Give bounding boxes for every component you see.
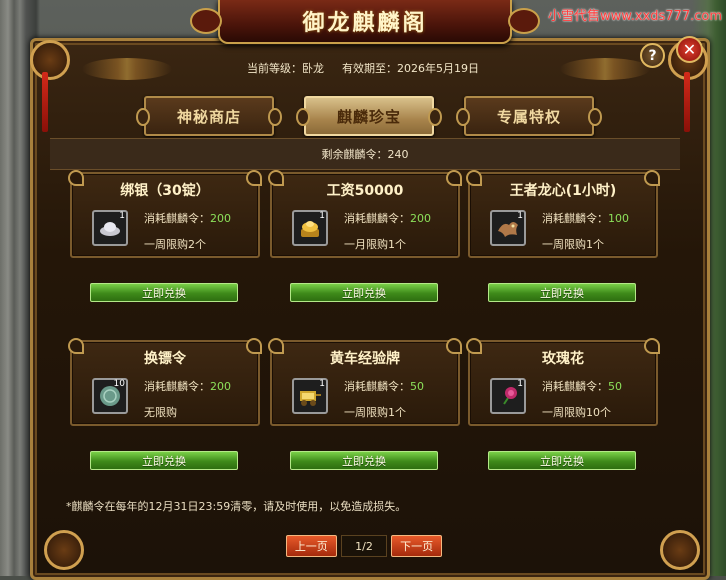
redeem-button[interactable]: 立即兑换 <box>90 451 238 470</box>
tab-mystery-shop[interactable]: 神秘商店 <box>136 96 282 136</box>
cost-value: 200 <box>210 212 231 225</box>
yellow-cart-exp-icon[interactable]: 1 <box>292 378 328 414</box>
cost-label: 消耗麒麟令： <box>344 380 410 393</box>
title-wing-ornament <box>508 8 540 34</box>
item-count: 1 <box>517 211 523 221</box>
main-content: 神秘商店 麒麟珍宝 专属特权 剩余麒麟令：240 绑银（30锭） 1 消耗麒麟令… <box>46 84 680 544</box>
cloud-ornament <box>82 58 172 80</box>
remaining-tokens-bar: 剩余麒麟令：240 <box>50 138 680 170</box>
item-title: 黄车经验牌 <box>330 351 400 367</box>
window-title-plaque: 御龙麒麟阁 <box>190 0 540 44</box>
item-title: 王者龙心(1小时) <box>509 183 617 199</box>
tab-exclusive-privileges[interactable]: 专属特权 <box>456 96 602 136</box>
membership-info: 当前等级：卧龙 有效期至：2026年5月19日 <box>200 60 526 78</box>
item-count: 1 <box>119 211 125 221</box>
item-cost: 消耗麒麟令：200 <box>344 210 431 226</box>
item-card-panel: 玫瑰花 1 消耗麒麟令：50 一周限购10个 <box>466 338 660 426</box>
rose-icon[interactable]: 1 <box>490 378 526 414</box>
item-cost: 消耗麒麟令：200 <box>144 378 231 394</box>
dragon-heart-icon[interactable]: 1 <box>490 210 526 246</box>
cost-value: 50 <box>410 380 424 393</box>
title-wing-ornament <box>190 8 222 34</box>
gold-ingot-icon[interactable]: 1 <box>292 210 328 246</box>
tab-qilin-treasure[interactable]: 麒麟珍宝 <box>296 96 442 136</box>
close-button[interactable]: ✕ <box>676 36 703 63</box>
prev-page-button[interactable]: 上一页 <box>286 535 337 557</box>
item-cost: 消耗麒麟令：100 <box>542 210 629 226</box>
cost-value: 100 <box>608 212 629 225</box>
purchase-limit: 一周限购10个 <box>542 406 611 419</box>
item-cost: 消耗麒麟令：50 <box>542 378 622 394</box>
redeem-button[interactable]: 立即兑换 <box>488 283 636 302</box>
cost-label: 消耗麒麟令： <box>542 212 608 225</box>
item-card-panel: 绑银（30锭） 1 消耗麒麟令：200 一周限购2个 <box>68 170 262 258</box>
red-tassel <box>684 72 690 132</box>
item-count: 1 <box>319 379 325 389</box>
cloud-ornament <box>560 58 650 80</box>
cost-value: 200 <box>410 212 431 225</box>
item-card-panel: 工资50000 1 消耗麒麟令：200 一月限购1个 <box>268 170 462 258</box>
purchase-limit: 一周限购1个 <box>542 238 604 251</box>
item-card-panel: 王者龙心(1小时) 1 消耗麒麟令：100 一周限购1个 <box>466 170 660 258</box>
silver-ingot-icon[interactable]: 1 <box>92 210 128 246</box>
expiry-date: 有效期至：2026年5月19日 <box>342 62 479 75</box>
redeem-button[interactable]: 立即兑换 <box>290 451 438 470</box>
purchase-limit: 一周限购1个 <box>344 406 406 419</box>
escort-token-icon[interactable]: 10 <box>92 378 128 414</box>
cost-value: 200 <box>210 380 231 393</box>
cost-label: 消耗麒麟令： <box>144 380 210 393</box>
cost-value: 50 <box>608 380 622 393</box>
cost-label: 消耗麒麟令： <box>144 212 210 225</box>
page-indicator: 1/2 <box>340 535 388 557</box>
cost-label: 消耗麒麟令： <box>542 380 608 393</box>
item-title: 玫瑰花 <box>542 351 584 367</box>
purchase-limit: 无限购 <box>144 406 177 419</box>
help-button[interactable]: ? <box>640 43 665 68</box>
current-level: 当前等级：卧龙 <box>247 62 324 75</box>
remaining-tokens: 剩余麒麟令：240 <box>321 148 409 161</box>
purchase-limit: 一月限购1个 <box>344 238 406 251</box>
item-count: 10 <box>113 379 125 389</box>
tab-bar: 神秘商店 麒麟珍宝 专属特权 <box>46 92 680 138</box>
purchase-limit: 一周限购2个 <box>144 238 206 251</box>
item-count: 1 <box>517 379 523 389</box>
item-cost: 消耗麒麟令：200 <box>144 210 231 226</box>
pagination: 上一页 1/2 下一页 <box>286 534 442 558</box>
item-title: 换镖令 <box>144 351 186 367</box>
item-cost: 消耗麒麟令：50 <box>344 378 424 394</box>
frame-corner-ornament <box>30 40 70 80</box>
watermark: 小雪代售www.xxds777.com <box>548 9 722 24</box>
item-title: 绑银（30锭） <box>120 183 210 199</box>
window-title: 御龙麒麟阁 <box>302 11 428 36</box>
item-card-panel: 换镖令 10 消耗麒麟令：200 无限购 <box>68 338 262 426</box>
item-card-panel: 黄车经验牌 1 消耗麒麟令：50 一周限购1个 <box>268 338 462 426</box>
next-page-button[interactable]: 下一页 <box>391 535 442 557</box>
item-title: 工资50000 <box>326 183 404 199</box>
redeem-button[interactable]: 立即兑换 <box>290 283 438 302</box>
reset-notice: *麒麟令在每年的12月31日23:59清零，请及时使用，以免造成损失。 <box>66 500 407 513</box>
item-count: 1 <box>319 211 325 221</box>
redeem-button[interactable]: 立即兑换 <box>90 283 238 302</box>
cost-label: 消耗麒麟令： <box>344 212 410 225</box>
redeem-button[interactable]: 立即兑换 <box>488 451 636 470</box>
